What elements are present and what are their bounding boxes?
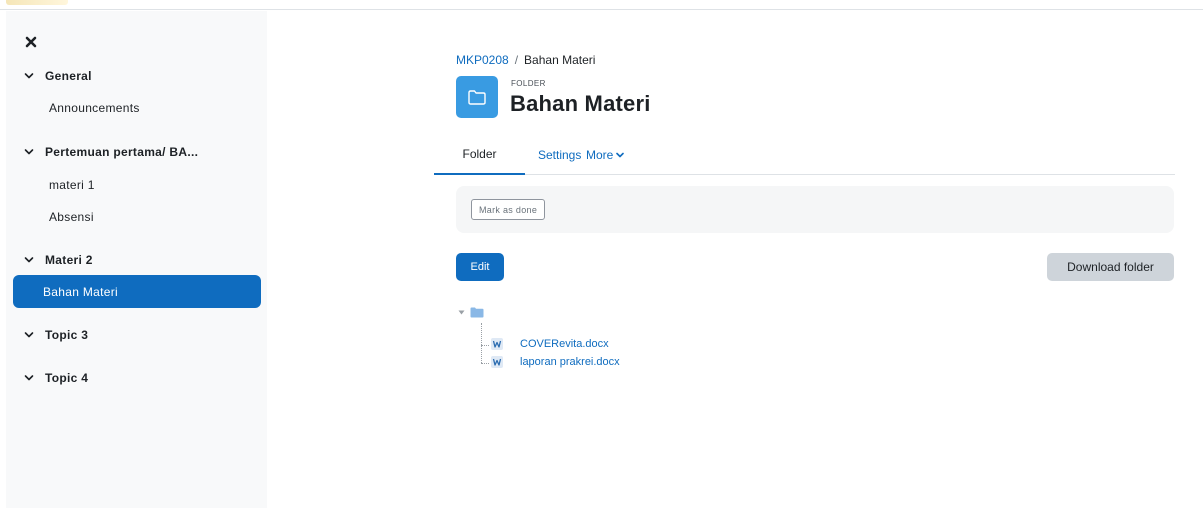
section-general[interactable]: General	[23, 66, 92, 86]
section-topic-4[interactable]: Topic 4	[23, 368, 88, 388]
activity-label: Bahan Materi	[43, 284, 118, 299]
section-label: General	[45, 69, 92, 83]
word-file-icon	[490, 337, 504, 351]
chevron-down-icon	[23, 254, 35, 266]
word-file-icon	[490, 355, 504, 369]
folder-tree: COVERevita.docx laporan prakrei.docx	[456, 305, 756, 395]
chevron-down-icon	[616, 151, 625, 159]
tree-branch	[481, 345, 489, 346]
chevron-down-icon	[23, 329, 35, 341]
file-link[interactable]: COVERevita.docx	[520, 338, 609, 350]
section-materi-2[interactable]: Materi 2	[23, 250, 93, 270]
course-index-drawer: General Announcements Pertemuan pertama/…	[6, 11, 267, 508]
chevron-down-icon	[23, 70, 35, 82]
section-pertemuan-pertama[interactable]: Pertemuan pertama/ BA...	[23, 142, 198, 162]
section-label: Materi 2	[45, 253, 93, 267]
section-topic-3[interactable]: Topic 3	[23, 325, 88, 345]
tree-line	[481, 323, 482, 363]
folder-icon[interactable]	[470, 307, 484, 318]
tab-more-label: More	[586, 148, 614, 162]
file-row: COVERevita.docx	[490, 336, 609, 352]
activity-materi-1[interactable]: materi 1	[49, 175, 95, 195]
download-folder-button[interactable]: Download folder	[1047, 253, 1174, 281]
page-title: Bahan Materi	[510, 91, 651, 116]
tab-more[interactable]: More	[586, 135, 625, 175]
close-icon[interactable]	[25, 36, 41, 52]
tree-branch	[481, 363, 489, 364]
file-row: laporan prakrei.docx	[490, 354, 620, 370]
activity-absensi[interactable]: Absensi	[49, 207, 94, 227]
section-label: Topic 4	[45, 371, 89, 385]
tree-expand-icon[interactable]	[458, 309, 465, 316]
breadcrumb-separator: /	[514, 53, 519, 67]
breadcrumb-course-link[interactable]: MKP0208	[456, 53, 509, 67]
mark-as-done-button[interactable]: Mark as done	[471, 199, 546, 220]
breadcrumb-current: Bahan Materi	[524, 53, 596, 67]
chevron-down-icon	[23, 372, 35, 384]
folder-icon	[456, 76, 498, 118]
breadcrumb: MKP0208 / Bahan Materi	[456, 53, 595, 67]
edit-button[interactable]: Edit	[456, 253, 504, 281]
section-label: Pertemuan pertama/ BA...	[45, 145, 199, 159]
top-navbar	[0, 0, 1203, 10]
tab-folder[interactable]: Folder	[434, 135, 525, 175]
chevron-down-icon	[23, 146, 35, 158]
site-logo[interactable]	[6, 0, 68, 5]
activity-bahan-materi-active[interactable]: Bahan Materi	[13, 275, 261, 308]
activity-announcements[interactable]: Announcements	[49, 98, 140, 118]
activity-completion-panel: Mark as done	[456, 186, 1174, 233]
tab-settings[interactable]: Settings	[538, 135, 581, 175]
main-region: MKP0208 / Bahan Materi FOLDER Bahan Mate…	[267, 11, 1203, 508]
activity-type-label: FOLDER	[511, 79, 546, 88]
section-label: Topic 3	[45, 328, 89, 342]
file-link[interactable]: laporan prakrei.docx	[520, 356, 620, 368]
secondary-navigation: Folder Settings More	[434, 135, 1175, 175]
